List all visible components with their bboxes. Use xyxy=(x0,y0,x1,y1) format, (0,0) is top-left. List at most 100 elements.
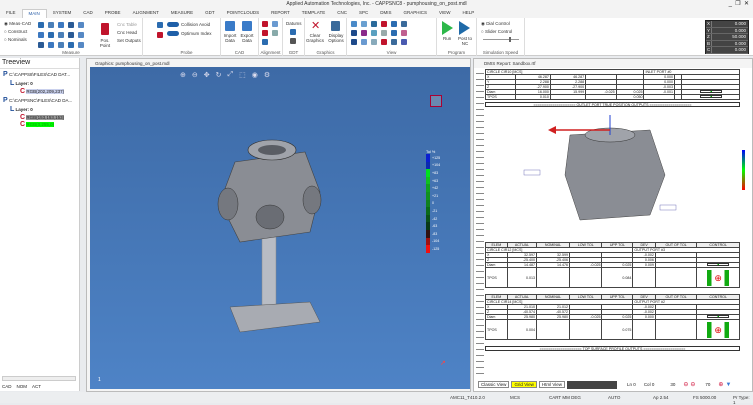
tree-node-part-2[interactable]: P C:\CAPPSNC\FILES\CAD DA... xyxy=(3,97,72,104)
datums-button[interactable]: Datums xyxy=(286,21,302,26)
tab-html-view[interactable]: Html View xyxy=(538,381,566,388)
tree-node-part-1[interactable]: P C:\CAPPS8\FILES\CAD DAT... xyxy=(3,71,70,78)
view-hidden-icon[interactable] xyxy=(371,39,377,45)
display-options-icon[interactable] xyxy=(331,21,340,31)
tab-graphics[interactable]: GRAPHICS xyxy=(397,9,433,18)
view-back-icon[interactable] xyxy=(401,21,407,27)
window-controls[interactable]: _ ❐ ✕ xyxy=(729,0,749,7)
view-cube[interactable] xyxy=(430,95,442,107)
view-top-icon[interactable] xyxy=(371,21,377,27)
tree-node-color-3[interactable]: C RGB(0,255,0) xyxy=(20,121,55,128)
tab-dmis[interactable]: DMIS xyxy=(374,9,397,18)
collision-avoid-toggle[interactable] xyxy=(167,22,179,27)
dial-control-radio[interactable]: ◉ Dial Control xyxy=(481,21,510,27)
view-axis-icon[interactable] xyxy=(361,30,367,36)
tree-node-color-1[interactable]: C RGB(202,209,237) xyxy=(20,88,65,95)
tab-classic-view[interactable]: Classic View xyxy=(478,381,510,388)
fit-icon[interactable]: ⤢ xyxy=(228,71,234,79)
tab-view[interactable]: VIEW xyxy=(433,9,457,18)
radio-meas-cad[interactable]: ◉ Meas-CAD xyxy=(4,21,31,27)
measure-cone-icon[interactable] xyxy=(68,22,74,28)
tree-node-layer-2[interactable]: L Layer: 0 xyxy=(10,106,33,113)
tab-report[interactable]: REPORT xyxy=(265,9,296,18)
clear-graphics-button[interactable]: Clear Graphics xyxy=(306,33,324,43)
set-outputs-button[interactable]: Set Outputs xyxy=(117,38,141,43)
tab-grid-view[interactable]: Grid View xyxy=(511,381,537,388)
tree-node-layer-1[interactable]: L Layer: 0 xyxy=(10,80,33,87)
rotate-icon[interactable]: ↻ xyxy=(216,71,222,79)
tab-main[interactable]: MAIN xyxy=(21,9,47,18)
tab-help[interactable]: HELP xyxy=(457,9,481,18)
tab-alignment[interactable]: ALIGNMENT xyxy=(127,9,165,18)
tab-cad[interactable]: CAD xyxy=(77,9,99,18)
view-probe-icon[interactable] xyxy=(381,39,387,45)
import-data-icon[interactable] xyxy=(225,21,235,31)
align-best-fit-icon[interactable] xyxy=(272,21,278,27)
measure-cylinder-icon[interactable] xyxy=(58,22,64,28)
slider-thumb[interactable] xyxy=(509,37,511,42)
tree-node-color-2[interactable]: C RGB(153,153,153) xyxy=(20,114,65,121)
tab-act[interactable]: ACT xyxy=(32,384,41,389)
measure-curve-icon[interactable] xyxy=(78,32,84,38)
gdt-settings-icon[interactable] xyxy=(290,38,296,44)
tab-gdt[interactable]: GDT xyxy=(199,9,221,18)
post-to-nc-icon[interactable] xyxy=(459,21,470,35)
cnc-head-button[interactable]: Cnc Head xyxy=(117,30,137,35)
tab-file[interactable]: FILE xyxy=(0,9,22,18)
measure-torus-icon[interactable] xyxy=(58,32,64,38)
export-data-icon[interactable] xyxy=(242,21,252,31)
radio-construct[interactable]: ○ Construct xyxy=(4,29,27,34)
tab-pointclouds[interactable]: POINTCLOUDS xyxy=(221,9,266,18)
measure-ellipse-icon[interactable] xyxy=(68,32,74,38)
gdt-flatness-icon[interactable] xyxy=(290,29,296,35)
run-icon[interactable] xyxy=(442,21,453,35)
measure-plane-icon[interactable] xyxy=(38,32,44,38)
view-rotate-icon[interactable] xyxy=(371,30,377,36)
post-to-nc-button[interactable]: Post to NC xyxy=(458,36,472,46)
tab-cad[interactable]: CAD xyxy=(2,384,12,389)
view-settings-icon[interactable] xyxy=(391,39,397,45)
radio-nominals[interactable]: ○ Nominals xyxy=(4,37,27,42)
view-right-icon[interactable] xyxy=(381,21,387,27)
view-pan-icon[interactable] xyxy=(381,30,387,36)
view-left-icon[interactable] xyxy=(391,21,397,27)
pos-point-icon[interactable] xyxy=(101,23,109,35)
view-normal-icon[interactable] xyxy=(351,30,357,36)
zoom-out-icon[interactable]: ⊖ xyxy=(192,71,198,79)
clear-graphics-icon[interactable]: ✕ xyxy=(311,19,320,32)
slider-control-radio[interactable]: ○ Slider Control xyxy=(481,29,512,34)
measure-slot-icon[interactable] xyxy=(48,32,54,38)
pos-point-button[interactable]: Pos. Point xyxy=(98,38,112,48)
measure-point-icon[interactable] xyxy=(48,42,54,48)
view-zoom-icon[interactable] xyxy=(351,39,357,45)
zoom-reset-button[interactable]: ⊖ xyxy=(690,381,695,388)
tab-cnc[interactable]: CNC xyxy=(331,9,353,18)
zoom-in-button[interactable]: ⊕ xyxy=(718,381,723,388)
align-origin-icon[interactable] xyxy=(262,30,268,36)
view-cube-icon[interactable]: ◉ xyxy=(252,71,258,79)
align-plane-icon[interactable] xyxy=(262,39,268,45)
tab-system[interactable]: SYSTEM xyxy=(47,9,78,18)
tab-probe[interactable]: PROBE xyxy=(99,9,127,18)
settings-icon[interactable]: ⚙ xyxy=(264,71,270,79)
measure-circle-icon[interactable] xyxy=(48,22,54,28)
view-layout-icon[interactable] xyxy=(401,39,407,45)
align-rotate-icon[interactable] xyxy=(272,30,278,36)
measure-surface-icon[interactable] xyxy=(78,42,84,48)
zoom-in-icon[interactable]: ⊕ xyxy=(180,71,186,79)
measure-sphere-icon[interactable] xyxy=(78,22,84,28)
view-wire-icon[interactable] xyxy=(361,39,367,45)
display-options-button[interactable]: Display Options xyxy=(326,33,346,43)
pan-icon[interactable]: ✥ xyxy=(204,71,210,79)
simulation-speed-slider[interactable] xyxy=(483,39,519,40)
tab-template[interactable]: TEMPLATE xyxy=(296,9,331,18)
align-icon[interactable] xyxy=(262,21,268,27)
measure-line-icon[interactable] xyxy=(38,22,44,28)
optimum-index-toggle[interactable] xyxy=(167,31,179,36)
view-iso-icon[interactable] xyxy=(351,21,357,27)
tab-measure[interactable]: MEASURE xyxy=(165,9,199,18)
probe-orient-icon[interactable] xyxy=(157,32,163,38)
filter-icon[interactable]: ▼ xyxy=(725,382,731,388)
view-shade-icon[interactable] xyxy=(401,30,407,36)
zoom-out-button[interactable]: ⊖ xyxy=(683,381,688,388)
